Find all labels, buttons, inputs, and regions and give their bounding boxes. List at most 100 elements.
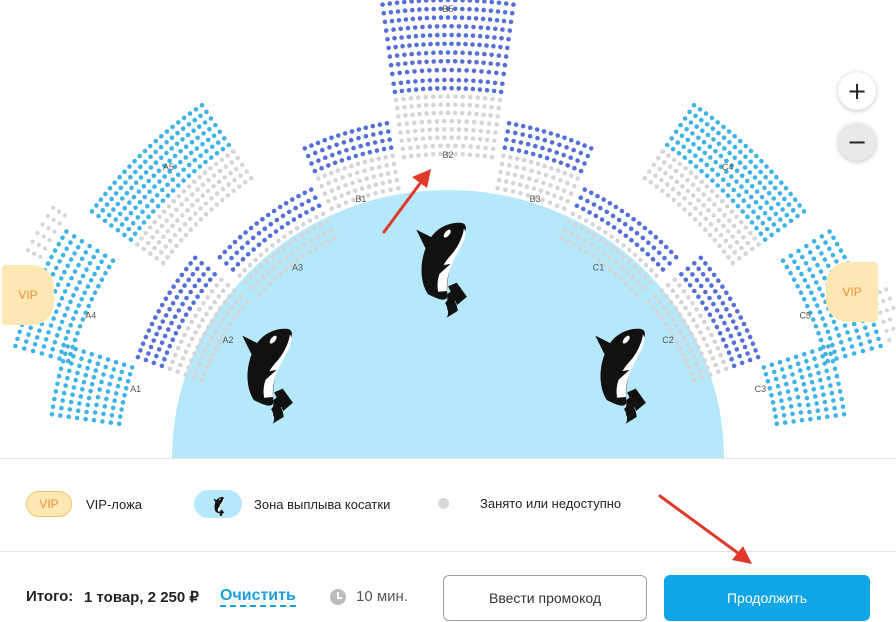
seat[interactable] bbox=[216, 294, 222, 299]
seat[interactable] bbox=[470, 136, 476, 141]
seat[interactable] bbox=[562, 135, 567, 141]
seat[interactable] bbox=[675, 140, 680, 145]
seat[interactable] bbox=[621, 254, 626, 260]
seat[interactable] bbox=[705, 365, 710, 370]
seat[interactable] bbox=[721, 124, 726, 130]
seat[interactable] bbox=[328, 227, 334, 233]
seat[interactable] bbox=[171, 284, 176, 290]
seat[interactable] bbox=[730, 260, 736, 266]
seat[interactable] bbox=[151, 173, 157, 179]
seat[interactable] bbox=[81, 349, 86, 354]
seat[interactable] bbox=[562, 206, 567, 211]
seat[interactable] bbox=[174, 295, 180, 300]
seat[interactable] bbox=[374, 148, 380, 153]
seat[interactable] bbox=[420, 24, 425, 30]
seat[interactable] bbox=[716, 278, 721, 284]
seat[interactable] bbox=[754, 153, 759, 159]
seat[interactable] bbox=[762, 185, 767, 191]
seat[interactable] bbox=[548, 183, 553, 188]
seat[interactable] bbox=[214, 312, 219, 317]
seat[interactable] bbox=[132, 158, 137, 164]
seat[interactable] bbox=[681, 318, 687, 324]
seat[interactable] bbox=[643, 262, 649, 268]
seat[interactable] bbox=[479, 120, 485, 125]
seat[interactable] bbox=[420, 78, 425, 84]
seat[interactable] bbox=[201, 272, 206, 277]
seat[interactable] bbox=[681, 289, 687, 294]
seat[interactable] bbox=[178, 159, 183, 165]
seat[interactable] bbox=[690, 301, 695, 306]
seat[interactable] bbox=[680, 184, 685, 189]
seat[interactable] bbox=[748, 148, 754, 154]
seat[interactable] bbox=[520, 132, 525, 137]
seat[interactable] bbox=[775, 383, 781, 389]
seat[interactable] bbox=[484, 87, 490, 93]
seat[interactable] bbox=[824, 368, 829, 374]
seat[interactable] bbox=[135, 242, 140, 247]
seat[interactable] bbox=[729, 174, 734, 179]
seat[interactable] bbox=[801, 297, 807, 302]
seat[interactable] bbox=[511, 2, 516, 7]
seat[interactable] bbox=[424, 59, 429, 65]
seat[interactable] bbox=[321, 231, 327, 236]
seat[interactable] bbox=[715, 183, 720, 188]
seat[interactable] bbox=[629, 286, 634, 292]
seat[interactable] bbox=[477, 136, 483, 142]
seat[interactable] bbox=[146, 214, 151, 220]
seat[interactable] bbox=[170, 223, 175, 229]
seat[interactable] bbox=[731, 363, 737, 369]
seat[interactable] bbox=[884, 308, 889, 313]
seat[interactable] bbox=[64, 246, 69, 252]
seat[interactable] bbox=[387, 1, 393, 6]
seat[interactable] bbox=[403, 113, 408, 118]
seat[interactable] bbox=[417, 111, 422, 117]
seat[interactable] bbox=[169, 212, 174, 218]
seat[interactable] bbox=[681, 144, 686, 150]
seat[interactable] bbox=[730, 319, 736, 324]
seat[interactable] bbox=[573, 222, 578, 228]
seat[interactable] bbox=[704, 184, 710, 189]
seat[interactable] bbox=[386, 45, 392, 51]
seat[interactable] bbox=[255, 280, 261, 285]
seat[interactable] bbox=[204, 148, 209, 154]
seat[interactable] bbox=[692, 338, 698, 343]
seat[interactable] bbox=[530, 151, 536, 157]
seat[interactable] bbox=[176, 193, 181, 199]
seat[interactable] bbox=[701, 192, 707, 197]
seat[interactable] bbox=[512, 130, 518, 136]
seat[interactable] bbox=[54, 309, 59, 315]
seat[interactable] bbox=[834, 356, 839, 361]
seat[interactable] bbox=[79, 256, 85, 262]
seat[interactable] bbox=[225, 193, 231, 198]
seat[interactable] bbox=[743, 225, 749, 230]
seat[interactable] bbox=[582, 143, 587, 148]
seat[interactable] bbox=[545, 190, 550, 196]
seat[interactable] bbox=[164, 140, 169, 145]
seat[interactable] bbox=[380, 180, 386, 186]
seat[interactable] bbox=[304, 210, 309, 215]
seat[interactable] bbox=[434, 119, 440, 124]
seat[interactable] bbox=[64, 229, 69, 234]
seat[interactable] bbox=[254, 221, 259, 226]
seat[interactable] bbox=[203, 201, 209, 206]
seat[interactable] bbox=[409, 104, 414, 109]
seat[interactable] bbox=[192, 255, 198, 261]
seat[interactable] bbox=[51, 205, 56, 210]
seat[interactable] bbox=[829, 390, 835, 396]
seat[interactable] bbox=[529, 168, 534, 173]
seat[interactable] bbox=[154, 331, 159, 337]
seat[interactable] bbox=[410, 16, 416, 22]
seat[interactable] bbox=[184, 197, 190, 202]
seat[interactable] bbox=[399, 35, 404, 40]
seat[interactable] bbox=[558, 235, 564, 241]
seat[interactable] bbox=[388, 62, 394, 68]
seat[interactable] bbox=[694, 277, 700, 283]
seat[interactable] bbox=[709, 115, 715, 121]
seat[interactable] bbox=[568, 155, 573, 160]
seat[interactable] bbox=[260, 216, 265, 222]
seat[interactable] bbox=[320, 147, 325, 153]
seat[interactable] bbox=[174, 243, 179, 249]
seat[interactable] bbox=[694, 174, 699, 180]
seat[interactable] bbox=[466, 15, 472, 21]
seat[interactable] bbox=[365, 141, 371, 147]
